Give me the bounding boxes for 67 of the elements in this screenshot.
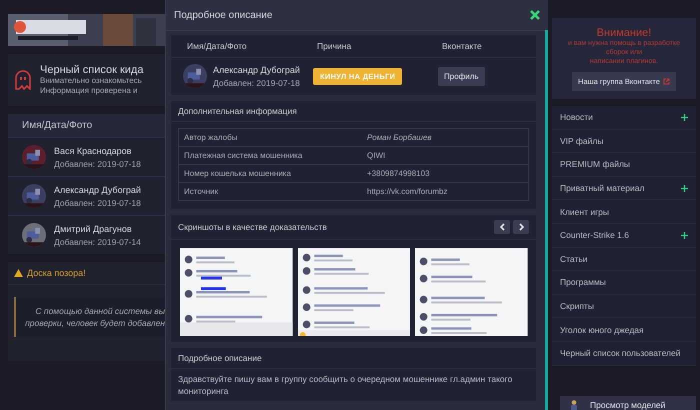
section-title: Дополнительная информация bbox=[171, 101, 536, 122]
added-date: Добавлен: 2019-07-18 bbox=[213, 78, 300, 88]
menu-label: PREMIUM файлы bbox=[560, 159, 630, 170]
chevron-left-icon bbox=[500, 223, 504, 231]
menu-item[interactable]: PREMIUM файлы bbox=[552, 153, 696, 177]
menu-label: VIP файлы bbox=[560, 136, 604, 146]
table-cell-text: Платежная система мошенника bbox=[184, 151, 304, 160]
menu-label: Уголок юного джедая bbox=[560, 324, 644, 335]
next-button[interactable] bbox=[513, 220, 529, 234]
list-row[interactable]: Вася Краснодаров Добавлен: 2019-07-18 bbox=[8, 137, 165, 176]
modal-title: Подробное описание bbox=[174, 10, 272, 20]
menu-item[interactable]: Приватный материал bbox=[552, 176, 696, 200]
table-cell-text: Роман Борбашев bbox=[367, 133, 433, 142]
notice-quote: С помощью данной системы вы проверки, человек будет добавлен bbox=[14, 297, 165, 337]
menu-label: Новости bbox=[560, 112, 593, 122]
models-button[interactable]: Просмотр моделей bbox=[560, 396, 696, 410]
menu-label: Приватный материал bbox=[560, 183, 644, 194]
section-title: Скриншоты в качестве доказательств bbox=[178, 222, 327, 232]
figure-icon bbox=[570, 400, 578, 410]
table-cell-text: Автор жалобы bbox=[184, 133, 238, 142]
added-date: Добавлен: 2019-07-18 bbox=[54, 198, 141, 208]
list-row[interactable]: Дмитрий Драгунов Добавлен: 2019-07-14 bbox=[8, 215, 165, 254]
table-cell-text: Номер кошелька мошенника bbox=[184, 169, 292, 178]
ghost-icon bbox=[14, 70, 32, 90]
menu-item[interactable]: Скрипты bbox=[552, 294, 696, 318]
menu-item[interactable]: Черный список пользователей bbox=[552, 342, 696, 366]
menu-label: Counter-Strike 1.6 bbox=[560, 230, 629, 240]
blacklist-title: Черный список кида bbox=[40, 64, 144, 76]
menu-item[interactable]: Статьи bbox=[552, 248, 696, 272]
column-header: Вконтакте bbox=[442, 41, 483, 51]
table-cell-text: Источник bbox=[184, 187, 220, 196]
user-name: Александр Дубограй bbox=[213, 64, 300, 74]
column-header: Имя/Дата/Фото bbox=[187, 41, 248, 51]
menu-item[interactable]: Counter-Strike 1.6 bbox=[552, 224, 696, 248]
close-icon[interactable] bbox=[530, 10, 540, 20]
menu-label: Черный список пользователей bbox=[560, 348, 680, 358]
external-link-icon bbox=[662, 78, 670, 85]
menu-label: Программы bbox=[560, 277, 606, 288]
alert-title: Внимание! bbox=[596, 27, 652, 39]
menu-item[interactable]: VIP файлы bbox=[552, 130, 696, 154]
user-name: Вася Краснодаров bbox=[54, 146, 132, 156]
table-cell-text: +3809874998103 bbox=[367, 169, 431, 178]
chevron-right-icon bbox=[518, 223, 524, 231]
user-name: Александр Дубограй bbox=[54, 184, 141, 194]
table-cell-text: QIWI bbox=[367, 151, 386, 160]
menu-item[interactable]: Программы bbox=[552, 271, 696, 295]
profile-button[interactable]: Профиль bbox=[438, 66, 485, 86]
menu-label: Клиент игры bbox=[560, 206, 610, 217]
added-date: Добавлен: 2019-07-14 bbox=[54, 236, 141, 246]
menu-label: Статьи bbox=[560, 254, 588, 264]
menu-item[interactable]: Уголок юного джедая bbox=[552, 318, 696, 342]
previous-button[interactable] bbox=[494, 220, 510, 234]
section-title: Подробное описание bbox=[171, 348, 536, 369]
menu-item[interactable]: Новости bbox=[552, 106, 696, 130]
info-text: Внимательно ознакомьтесь bbox=[40, 76, 143, 86]
notice-title: Доска позора! bbox=[27, 268, 86, 278]
added-date: Добавлен: 2019-07-18 bbox=[54, 158, 141, 168]
menu-label: Скрипты bbox=[560, 301, 594, 312]
menu-item[interactable]: Клиент игры bbox=[552, 200, 696, 224]
table-header: Имя/Дата/Фото bbox=[8, 114, 165, 137]
info-text: Информация проверена и bbox=[40, 86, 138, 96]
user-name: Дмитрий Драгунов bbox=[54, 224, 133, 234]
description-text: Здравствуйте пишу вам в группу сообщить о очередном мошеннике гл.админ такого мониторинга bbox=[177, 373, 514, 398]
warning-icon bbox=[14, 269, 23, 277]
column-header: Причина bbox=[317, 41, 352, 51]
list-row[interactable]: Александр Дубограй Добавлен: 2019-07-18 bbox=[8, 176, 165, 215]
table-cell-text: https://vk.com/forumbz bbox=[367, 187, 448, 196]
